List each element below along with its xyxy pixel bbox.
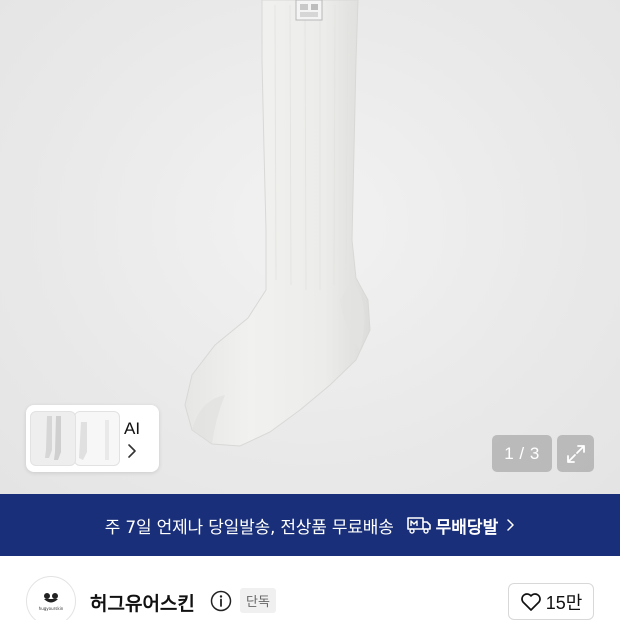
exclusive-badge: 단독 xyxy=(240,588,276,613)
ai-thumbnail-1 xyxy=(30,411,76,466)
heart-icon xyxy=(520,592,541,611)
product-image-gallery[interactable]: AI 1 / 3 xyxy=(0,0,620,494)
brand-logo-mark xyxy=(44,593,58,603)
like-count: 15만 xyxy=(545,592,583,613)
brand-row: hugyourskin 허그유어스킨 단독 15만 xyxy=(0,556,620,620)
brand-name-link[interactable]: 허그유어스킨 xyxy=(90,589,195,616)
chevron-right-icon xyxy=(507,519,514,531)
truck-m-icon xyxy=(406,517,431,534)
shipping-banner[interactable]: 주 7일 언제나 당일발송, 전상품 무료배송 무배당발 xyxy=(0,494,620,556)
image-page-counter: 1 / 3 xyxy=(492,435,552,472)
info-icon[interactable] xyxy=(210,590,232,612)
chevron-right-icon xyxy=(128,443,136,458)
like-button[interactable]: 15만 xyxy=(508,583,594,620)
free-shipping-badge: 무배당발 xyxy=(406,513,499,538)
free-shipping-label: 무배당발 xyxy=(435,517,499,538)
ai-label: AI xyxy=(124,418,141,438)
expand-icon xyxy=(566,444,585,463)
brand-logo-caption: hugyourskin xyxy=(38,606,64,611)
ai-thumbnail-2 xyxy=(74,411,120,466)
shipping-banner-text: 주 7일 언제나 당일발송, 전상품 무료배송 xyxy=(104,517,394,538)
fullscreen-button[interactable] xyxy=(557,435,594,472)
ai-thumbnails xyxy=(26,405,122,472)
ai-styling-card[interactable]: AI xyxy=(26,405,159,472)
brand-logo[interactable]: hugyourskin xyxy=(26,576,76,620)
